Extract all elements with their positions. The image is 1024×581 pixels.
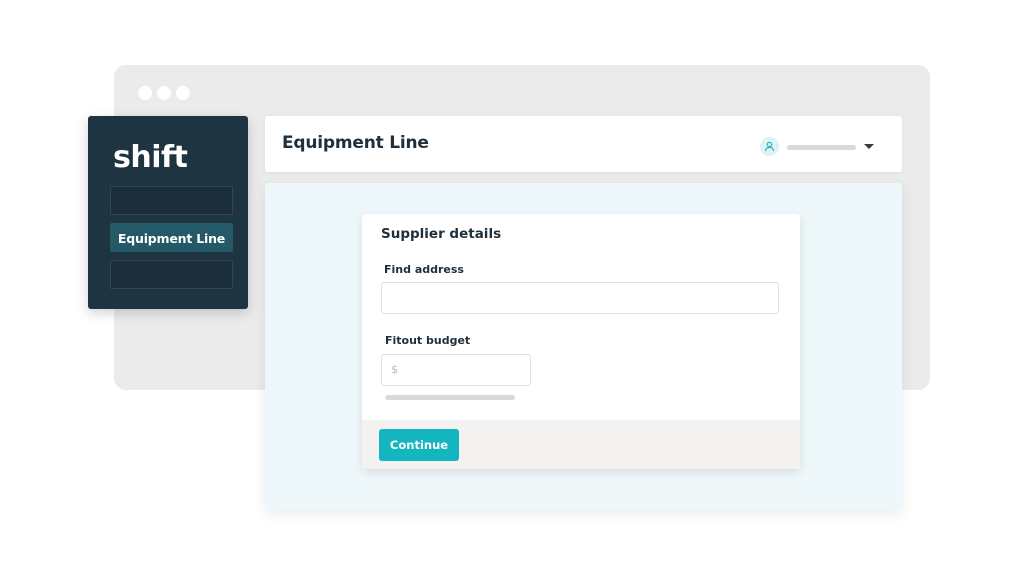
window-dot [157, 86, 171, 100]
window-dot [176, 86, 190, 100]
window-controls [138, 86, 190, 100]
field-hint-placeholder [385, 395, 515, 400]
caret-down-icon[interactable] [864, 144, 874, 149]
app-header: Equipment Line [265, 116, 902, 172]
sidebar-item-placeholder[interactable] [110, 186, 233, 215]
sidebar: shift Equipment Line [88, 116, 248, 309]
page-title: Equipment Line [282, 133, 429, 153]
card-title: Supplier details [381, 226, 502, 242]
user-name-placeholder[interactable] [787, 145, 856, 150]
supplier-details-card: Supplier details Find address Fitout bud… [362, 214, 800, 469]
find-address-input[interactable] [381, 282, 779, 314]
user-icon[interactable] [760, 137, 779, 156]
continue-button[interactable]: Continue [379, 429, 459, 461]
currency-symbol: $ [391, 363, 398, 376]
fitout-budget-input[interactable]: $ [381, 354, 531, 386]
sidebar-item-placeholder[interactable] [110, 260, 233, 289]
sidebar-item-equipment-line[interactable]: Equipment Line [110, 223, 233, 252]
user-icon-glyph [765, 141, 774, 152]
fitout-budget-label: Fitout budget [385, 334, 471, 347]
shift-logo: shift [113, 140, 188, 175]
illustration-stage: Equipment Line shift Equipment Line Supp… [0, 0, 1024, 581]
find-address-label: Find address [384, 263, 464, 276]
card-footer: Continue [362, 420, 800, 469]
window-dot [138, 86, 152, 100]
